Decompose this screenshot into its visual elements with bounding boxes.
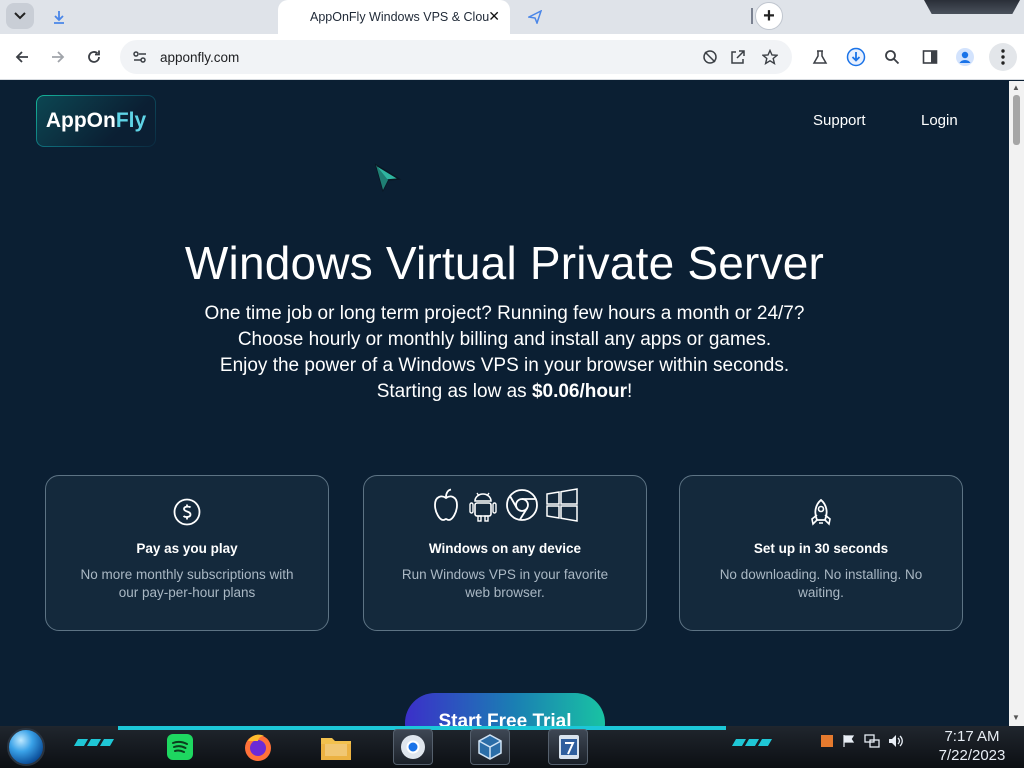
new-tab-button[interactable]: +: [755, 2, 783, 30]
send-icon: [528, 10, 542, 24]
share-icon[interactable]: [729, 48, 747, 66]
logo-text: AppOn: [45, 109, 116, 132]
hero-title: Windows Virtual Private Server: [184, 237, 825, 289]
feature-title: Windows on any device: [428, 541, 582, 556]
back-button[interactable]: [9, 44, 35, 70]
url-text[interactable]: apponfly.com: [160, 50, 239, 65]
scroll-down-arrow[interactable]: ▼: [1012, 713, 1020, 722]
price-prefix: Starting as low as: [376, 381, 532, 402]
profile-button[interactable]: [952, 44, 978, 70]
flag-icon[interactable]: [842, 734, 856, 748]
tracking-blocked-icon[interactable]: [701, 48, 719, 66]
reload-icon: [88, 50, 100, 63]
android-icon: [469, 492, 497, 522]
labs-button[interactable]: [807, 44, 833, 70]
dollar-circle-icon: [173, 498, 201, 526]
volume-icon[interactable]: [888, 734, 904, 748]
firefox-icon[interactable]: [238, 729, 278, 765]
address-bar[interactable]: apponfly.com: [120, 40, 792, 74]
avatar-icon: [956, 48, 974, 66]
start-button[interactable]: [7, 728, 45, 766]
feature-desc: Run Windows VPS in your favorite web bro…: [401, 567, 609, 600]
apponfly-logo[interactable]: AppOn Fly: [36, 95, 156, 147]
web-page: AppOn Fly Support Login Windows Virtual P…: [0, 81, 1009, 726]
windows-icon: [546, 488, 578, 522]
feature-desc: No more monthly subscriptions with our p…: [80, 567, 294, 600]
windows7-usb-icon[interactable]: [548, 729, 588, 765]
clock-date: 7/22/2023: [938, 747, 1006, 764]
reload-button[interactable]: [81, 44, 107, 70]
taskbar-decoration: [731, 739, 773, 746]
hero-line-1: One time job or long term project? Runni…: [204, 303, 805, 324]
system-tray: [820, 734, 904, 748]
rocket-icon: [811, 498, 831, 526]
chrome-icon[interactable]: [393, 729, 433, 765]
chrome-icon: [506, 489, 538, 521]
forward-button[interactable]: [45, 44, 71, 70]
more-vert-icon: [1001, 49, 1005, 65]
virtualbox-icon[interactable]: [470, 729, 510, 765]
scroll-up-arrow[interactable]: ▲: [1012, 83, 1020, 92]
side-panel-button[interactable]: [917, 44, 943, 70]
bookmark-star-icon[interactable]: [761, 48, 779, 66]
keyboard-layout-icon[interactable]: [820, 734, 834, 748]
spotify-icon[interactable]: [160, 729, 200, 765]
tab-strip: AppOnFly Windows VPS & Clou ✕ +: [0, 0, 1024, 34]
tab-background-2[interactable]: [524, 4, 744, 30]
feature-card-devices: Windows on any device Run Windows VPS in…: [363, 475, 647, 631]
price-highlight: $0.06/hour: [531, 381, 627, 402]
browser-toolbar: apponfly.com: [0, 34, 1024, 80]
nav-login-link[interactable]: Login: [921, 112, 958, 129]
tab-title: AppOnFly Windows VPS & Clou: [310, 10, 490, 24]
tab-apponfly[interactable]: AppOnFly Windows VPS & Clou ✕: [278, 0, 510, 34]
page-scrollbar[interactable]: ▲ ▼: [1009, 81, 1024, 726]
feature-card-setup: Set up in 30 seconds No downloading. No …: [679, 475, 963, 631]
start-free-trial-button[interactable]: Start Free Trial: [405, 693, 605, 726]
tab-background-1[interactable]: [48, 4, 268, 30]
network-icon[interactable]: [864, 734, 880, 748]
feature-title: Pay as you play: [136, 541, 238, 556]
system-clock[interactable]: 7:17 AM 7/22/2023: [928, 727, 1016, 765]
download-icon: [54, 11, 64, 24]
downloads-button[interactable]: [843, 44, 869, 70]
taskbar: 7:17 AM 7/22/2023: [0, 726, 1024, 768]
scrollbar-thumb[interactable]: [1013, 95, 1020, 145]
chevron-down-icon: [14, 12, 26, 20]
arrow-left-icon: [15, 51, 28, 63]
arrow-right-icon: [52, 51, 65, 63]
nav-support-link[interactable]: Support: [813, 112, 866, 129]
hero-line-4: Starting as low as $0.06/hour!: [0, 381, 1009, 403]
apple-icon: [434, 488, 458, 521]
feature-card-pay: Pay as you play No more monthly subscrip…: [45, 475, 329, 631]
search-tab-button[interactable]: [879, 44, 905, 70]
menu-button[interactable]: [989, 43, 1017, 71]
taskbar-decoration: [73, 739, 115, 746]
feature-desc: No downloading. No installing. No waitin…: [719, 567, 923, 600]
tab-divider: [751, 8, 753, 24]
side-panel-icon: [922, 50, 938, 64]
download-icon: [846, 47, 866, 67]
site-settings-icon[interactable]: [132, 49, 148, 65]
clock-time: 7:17 AM: [944, 728, 1000, 745]
search-icon: [885, 50, 900, 65]
logo-text-accent: Fly: [115, 109, 147, 132]
hero-line-3: Enjoy the power of a Windows VPS in your…: [219, 355, 790, 376]
file-explorer-icon[interactable]: [316, 729, 356, 765]
feature-title: Set up in 30 seconds: [753, 541, 889, 556]
close-icon[interactable]: ✕: [488, 8, 500, 25]
hero-line-2: Choose hourly or monthly billing and ins…: [237, 329, 772, 350]
flask-icon: [812, 50, 828, 64]
mouse-pointer-icon: [374, 163, 402, 193]
window-frame-decoration: [924, 0, 1020, 14]
price-suffix: !: [627, 381, 633, 402]
tab-search-button[interactable]: [6, 3, 34, 29]
